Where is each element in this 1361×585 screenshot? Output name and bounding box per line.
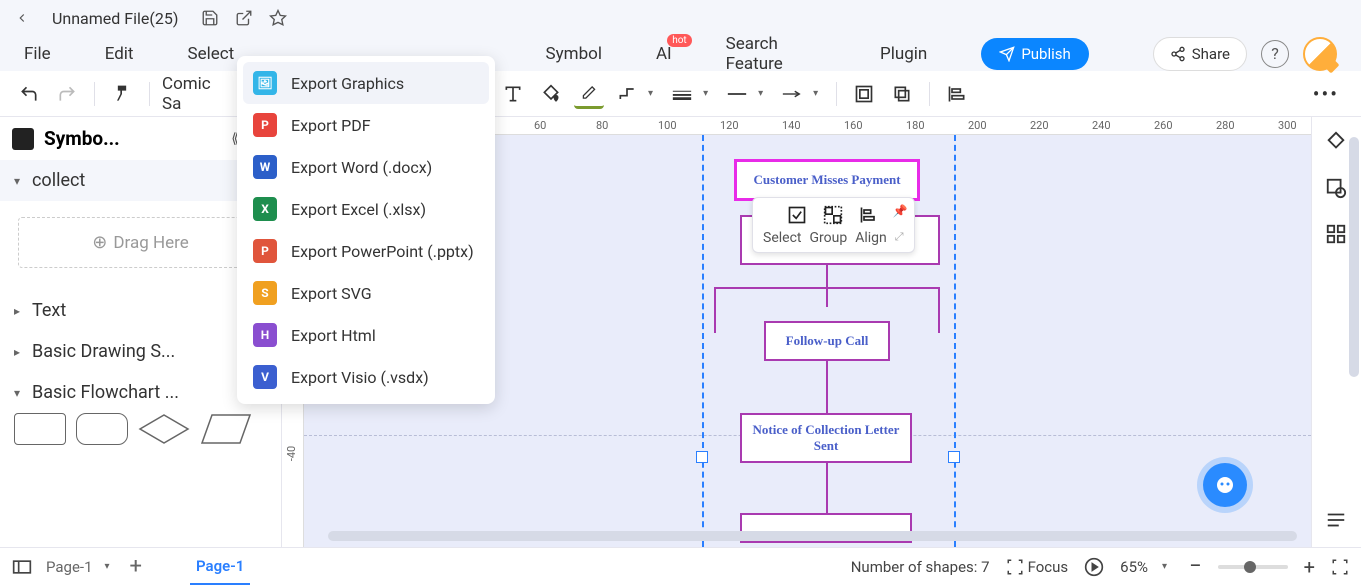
ctx-group-icon[interactable] — [822, 204, 844, 226]
line-weight-icon[interactable] — [667, 79, 697, 109]
zoom-slider[interactable] — [1218, 565, 1288, 569]
menu-search-feature[interactable]: Search Feature — [726, 34, 826, 74]
export-svg[interactable]: SExport SVG — [237, 272, 495, 314]
menu-file[interactable]: File — [24, 44, 51, 64]
frame-icon[interactable] — [849, 79, 879, 109]
ctx-group-label: Group — [809, 230, 847, 246]
menu-select[interactable]: Select — [187, 44, 234, 64]
export-word[interactable]: WExport Word (.docx) — [237, 146, 495, 188]
ctx-select-icon[interactable] — [786, 204, 808, 226]
hot-badge: hot — [667, 34, 691, 47]
pin-icon[interactable]: 📌 — [893, 204, 908, 218]
ctx-align-icon[interactable] — [858, 204, 880, 226]
export-ppt[interactable]: PExport PowerPoint (.pptx) — [237, 230, 495, 272]
page-select[interactable]: Page-1 — [46, 558, 93, 576]
back-icon[interactable] — [12, 8, 32, 28]
menu-symbol[interactable]: Symbol — [546, 44, 602, 64]
scrollbar-vertical[interactable] — [1349, 137, 1359, 377]
panel-toggle-icon[interactable] — [12, 559, 32, 575]
add-page-icon[interactable]: + — [130, 554, 142, 579]
menu-edit[interactable]: Edit — [105, 44, 134, 64]
avatar[interactable] — [1303, 37, 1337, 71]
font-select[interactable]: Comic Sa — [162, 74, 232, 114]
rail-settings-icon[interactable] — [1325, 177, 1349, 201]
assistant-button[interactable] — [1203, 463, 1247, 507]
export-html[interactable]: HExport Html — [237, 314, 495, 356]
share-button[interactable]: Share — [1153, 37, 1247, 71]
selection-handle[interactable] — [948, 451, 960, 463]
fullscreen-icon[interactable] — [1331, 558, 1349, 576]
line-dash-icon[interactable] — [722, 79, 752, 109]
shape-thumbnails — [0, 413, 281, 453]
ctx-expand-icon[interactable]: ⤢ — [895, 230, 904, 246]
text-tool-icon[interactable] — [498, 79, 528, 109]
format-toolbar: Comic Sa ▾ ▾ ▾ ▾ ▾ ••• — [0, 71, 1361, 117]
shape-rounded[interactable] — [76, 413, 128, 445]
zoom-in-icon[interactable]: + — [1304, 555, 1315, 579]
shape-rect[interactable] — [14, 413, 66, 445]
shape-parallelogram[interactable] — [200, 413, 252, 445]
shape-count: Number of shapes: 7 — [851, 558, 990, 576]
panel-title: Symbo... — [44, 127, 221, 150]
file-title: Unnamed File(25) — [52, 9, 178, 28]
flow-node-3[interactable]: Follow-up Call — [764, 321, 890, 361]
guide-left — [702, 135, 704, 547]
redo-icon[interactable] — [52, 79, 82, 109]
menu-ai[interactable]: AIhot — [656, 44, 672, 64]
export-menu: 🖼Export Graphics PExport PDF WExport Wor… — [237, 56, 495, 404]
open-external-icon[interactable] — [234, 8, 254, 28]
ctx-select-label: Select — [763, 230, 801, 246]
fill-icon[interactable] — [536, 79, 566, 109]
layers-icon[interactable] — [887, 79, 917, 109]
help-icon[interactable]: ? — [1261, 40, 1289, 68]
align-objects-icon[interactable] — [942, 79, 972, 109]
rail-fill-icon[interactable] — [1325, 131, 1349, 155]
play-button[interactable] — [1084, 557, 1104, 577]
zoom-out-icon[interactable]: − — [1189, 554, 1202, 579]
flow-node-4[interactable]: Notice of Collection Letter Sent — [740, 413, 912, 463]
export-excel[interactable]: XExport Excel (.xlsx) — [237, 188, 495, 230]
connector-style-icon[interactable] — [612, 79, 642, 109]
line-color-icon[interactable] — [574, 79, 604, 109]
page-tab-active[interactable]: Page-1 — [190, 549, 250, 585]
zoom-value[interactable]: 65% — [1120, 558, 1148, 576]
more-icon[interactable]: ••• — [1313, 82, 1339, 106]
menu-plugin[interactable]: Plugin — [880, 44, 927, 64]
titlebar: Unnamed File(25) — [0, 0, 1361, 36]
focus-button[interactable]: Focus — [1006, 558, 1069, 576]
undo-icon[interactable] — [14, 79, 44, 109]
format-painter-icon[interactable] — [107, 79, 137, 109]
rail-list-icon[interactable] — [1325, 509, 1349, 533]
scrollbar-horizontal[interactable] — [328, 531, 1297, 541]
bottombar: Page-1▾ + Page-1 Number of shapes: 7 Foc… — [0, 547, 1361, 585]
shape-diamond[interactable] — [138, 413, 190, 445]
drag-here-zone[interactable]: ⊕Drag Here — [18, 217, 263, 268]
right-rail — [1311, 117, 1361, 547]
export-visio[interactable]: VExport Visio (.vsdx) — [237, 356, 495, 398]
star-icon[interactable] — [268, 8, 288, 28]
save-icon[interactable] — [200, 8, 220, 28]
ctx-align-label: Align — [855, 230, 887, 246]
selection-handle[interactable] — [696, 451, 708, 463]
publish-button[interactable]: Publish — [981, 38, 1088, 70]
export-graphics[interactable]: 🖼Export Graphics — [243, 62, 489, 104]
arrow-style-icon[interactable] — [777, 79, 807, 109]
menubar: File Edit Select Symbol AIhot Search Fea… — [0, 36, 1361, 71]
guide-right — [954, 135, 956, 547]
export-pdf[interactable]: PExport PDF — [237, 104, 495, 146]
library-icon[interactable] — [12, 128, 34, 150]
rail-grid-icon[interactable] — [1325, 223, 1349, 247]
flow-node-1[interactable]: Customer Misses Payment — [734, 159, 920, 201]
selection-toolbar: 📌 Select Group Align ⤢ — [752, 197, 915, 253]
